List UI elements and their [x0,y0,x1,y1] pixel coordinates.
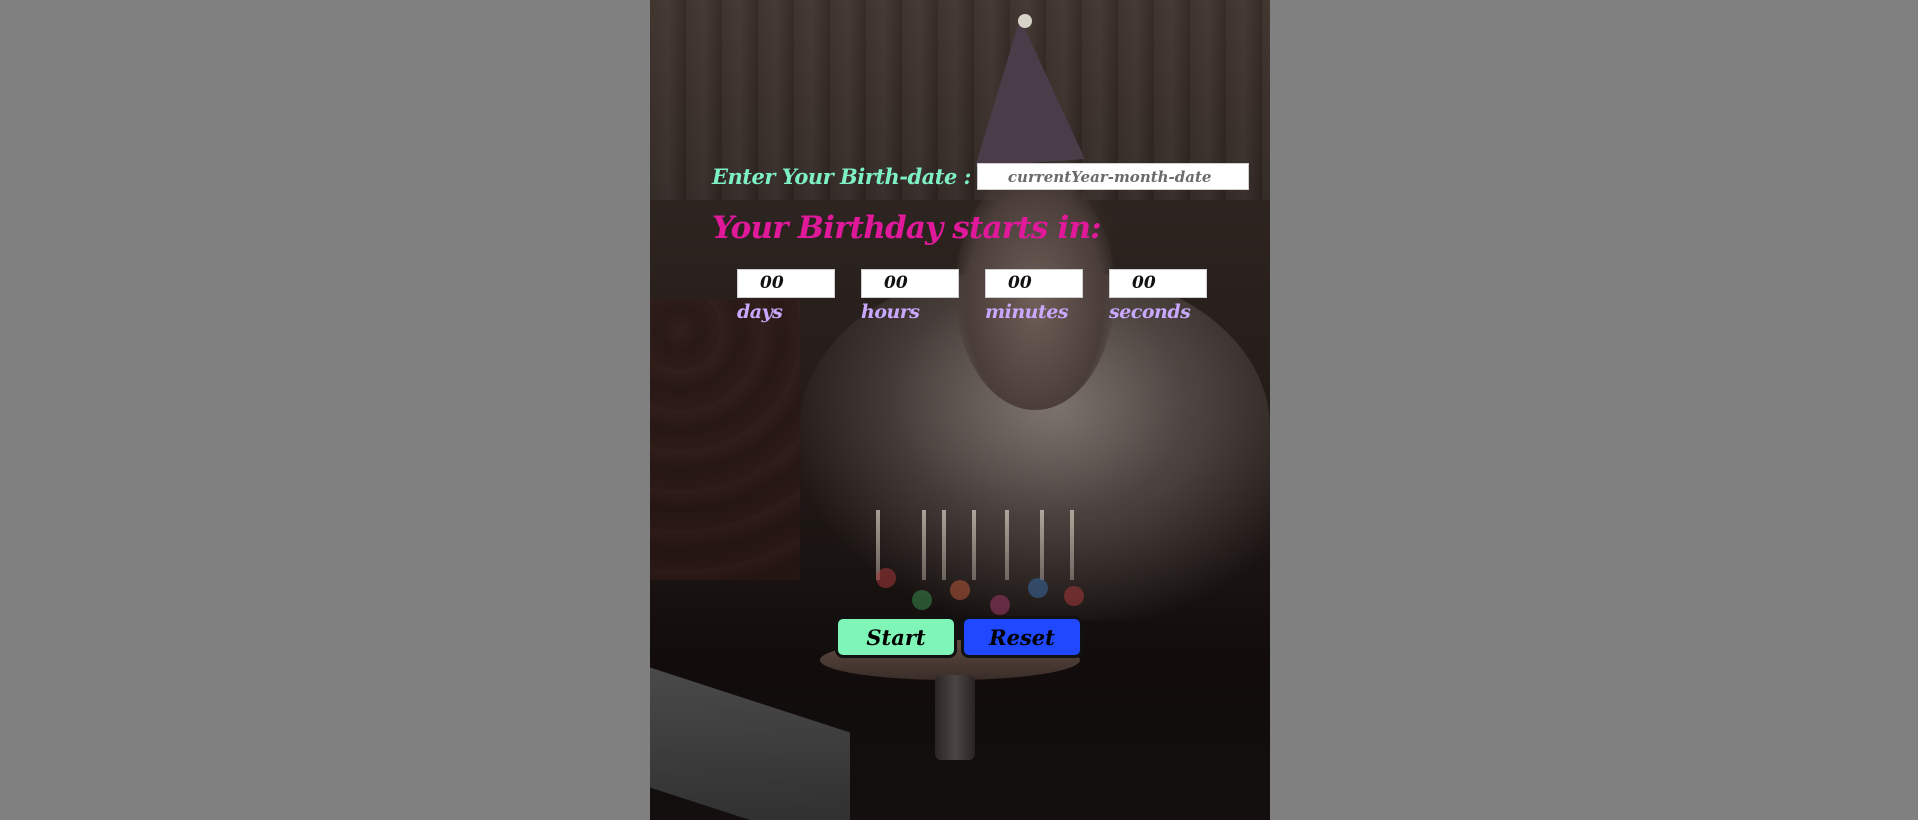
seconds-counter: 00 seconds [1109,269,1207,323]
minutes-value: 00 [985,269,1083,298]
candle-letter-ball [950,580,970,600]
hours-value: 00 [861,269,959,298]
party-hat-tip [1018,14,1032,28]
candle-letter-ball [990,595,1010,615]
hours-counter: 00 hours [861,269,959,323]
cake-stand-image [935,675,975,760]
minutes-label: minutes [985,301,1069,323]
candle-image [1005,510,1009,580]
party-hat-image [965,14,1085,167]
candle-image [922,510,926,580]
candle-letter-ball [876,568,896,588]
reset-button[interactable]: Reset [961,616,1083,658]
start-button[interactable]: Start [835,616,957,658]
candle-letter-ball [1064,586,1084,606]
minutes-counter: 00 minutes [985,269,1083,323]
candle-image [942,510,946,580]
background-couch [650,300,800,580]
birth-date-input[interactable] [976,163,1249,190]
birth-date-label: Enter Your Birth-date : [712,164,971,189]
countdown-heading: Your Birthday starts in: [712,210,1102,246]
days-label: days [737,301,783,323]
seconds-value: 00 [1109,269,1207,298]
candle-letter-ball [1028,578,1048,598]
candle-image [972,510,976,580]
candle-letter-ball [912,590,932,610]
birthday-countdown-panel: Enter Your Birth-date : Your Birthday st… [650,0,1270,820]
days-counter: 00 days [737,269,835,323]
birth-date-row: Enter Your Birth-date : [712,163,1249,190]
candle-image [1040,510,1044,580]
days-value: 00 [737,269,835,298]
hours-label: hours [861,301,920,323]
seconds-label: seconds [1109,301,1191,323]
candle-image [1070,510,1074,580]
